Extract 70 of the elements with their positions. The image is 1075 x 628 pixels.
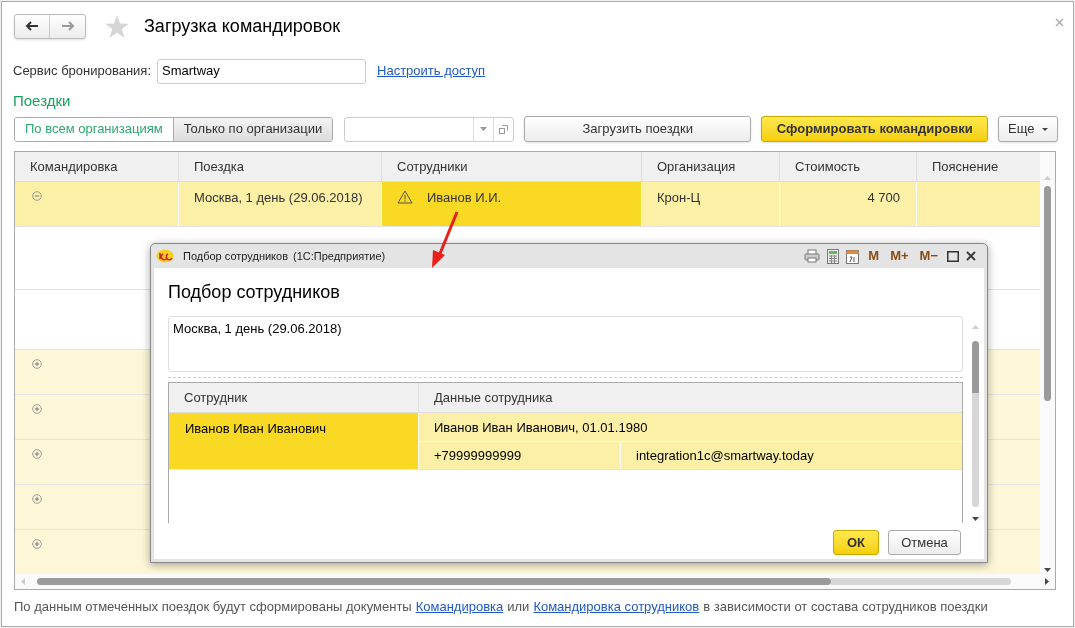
table-cell: Иванов Иван Иванович xyxy=(185,421,327,436)
cancel-button[interactable]: Отмена xyxy=(888,530,961,555)
table-cell: +79999999999 xyxy=(434,448,522,463)
scroll-right-icon[interactable] xyxy=(1045,578,1049,585)
dropdown-caret-icon xyxy=(480,127,488,131)
expand-icon[interactable] xyxy=(32,494,42,504)
calculator-icon[interactable] xyxy=(827,248,840,264)
scroll-up-icon[interactable] xyxy=(971,325,979,329)
close-icon[interactable] xyxy=(966,251,976,261)
organization-combo[interactable] xyxy=(344,116,515,142)
table-cell: integration1c@smartway.today xyxy=(636,448,814,463)
expand-icon[interactable] xyxy=(32,404,42,414)
field-label: Сервис бронирования: xyxy=(13,62,152,81)
filter-tab[interactable]: Только по организации xyxy=(172,117,333,141)
column-header: Поездка xyxy=(194,157,244,176)
employees-trip-document-link[interactable]: Командировка сотрудников xyxy=(533,597,700,617)
horizontal-scrollbar[interactable] xyxy=(15,574,1055,589)
expand-icon[interactable] xyxy=(32,539,42,549)
footer-text: в зависимости от состава сотрудников поездки xyxy=(703,598,988,616)
table-cell: Иванов Иван Иванович, 01.01.1980 xyxy=(434,420,648,435)
collapse-icon[interactable] xyxy=(32,191,42,201)
dialog-heading: Подбор сотрудников xyxy=(168,281,340,304)
footer-text: По данным отмеченных поездок будут сформированы документы xyxy=(14,598,412,616)
window-title: Загрузка командировок xyxy=(144,14,341,38)
memory-button[interactable]: M xyxy=(866,246,882,266)
table-cell: 4 700 xyxy=(867,190,900,205)
ok-button[interactable]: ОК xyxy=(833,530,879,555)
column-header: Сотрудник xyxy=(184,388,248,407)
table-row[interactable]: Москва, 1 день (29.06.2018) Иванов И.И. Крон-Ц 4 700 xyxy=(15,182,1041,227)
section-title: Поездки xyxy=(13,91,71,112)
star-icon[interactable] xyxy=(105,14,129,38)
table-cell-text: Иванов И.И. xyxy=(427,189,502,207)
more-button[interactable]: Еще xyxy=(998,116,1059,142)
forward-arrow-icon xyxy=(60,21,75,31)
memory-button[interactable]: M− xyxy=(917,246,940,266)
column-header: Пояснение xyxy=(932,157,999,176)
footer-text: или xyxy=(507,598,530,616)
expand-icon[interactable] xyxy=(32,449,42,459)
column-header: Стоимость xyxy=(795,157,861,176)
memory-button[interactable]: M+ xyxy=(888,246,911,266)
setup-access-link[interactable]: Настроить доступ xyxy=(377,61,486,81)
table-cell: Крон-Ц xyxy=(657,190,701,205)
create-trips-button[interactable]: Сформировать командировки xyxy=(761,116,989,142)
dialog-app-name: (1С:Предприятие) xyxy=(293,248,386,264)
trip-text-field[interactable]: Москва, 1 день (29.06.2018) xyxy=(168,316,963,372)
dialog-title: Подбор сотрудников xyxy=(183,248,288,264)
caret-icon xyxy=(1042,127,1049,131)
app-logo-icon xyxy=(156,249,174,263)
expand-icon[interactable] xyxy=(32,359,42,369)
table-cell: Москва, 1 день (29.06.2018) xyxy=(194,190,363,205)
scroll-down-icon[interactable] xyxy=(971,517,979,521)
scroll-left-icon[interactable] xyxy=(21,578,25,585)
scroll-up-icon[interactable] xyxy=(1044,176,1051,180)
column-header: Сотрудники xyxy=(397,157,468,176)
column-header: Данные сотрудника xyxy=(434,388,553,407)
column-header: Командировка xyxy=(30,157,118,176)
scroll-down-icon[interactable] xyxy=(1044,568,1051,572)
scroll-thumb[interactable] xyxy=(1044,186,1051,401)
booking-service-field[interactable]: Smartway xyxy=(157,58,367,84)
maximize-icon[interactable] xyxy=(947,250,959,262)
vertical-scrollbar[interactable] xyxy=(1040,152,1055,576)
scroll-thumb[interactable] xyxy=(971,341,979,393)
calendar-icon[interactable] xyxy=(846,248,860,264)
load-trips-button[interactable]: Загрузить поездки xyxy=(524,116,752,142)
back-arrow-icon xyxy=(25,21,39,31)
column-header: Организация xyxy=(657,157,736,176)
trip-document-link[interactable]: Командировка xyxy=(415,597,504,617)
vertical-scrollbar[interactable] xyxy=(970,325,980,521)
open-window-icon xyxy=(499,124,509,134)
printer-icon[interactable] xyxy=(804,249,821,263)
